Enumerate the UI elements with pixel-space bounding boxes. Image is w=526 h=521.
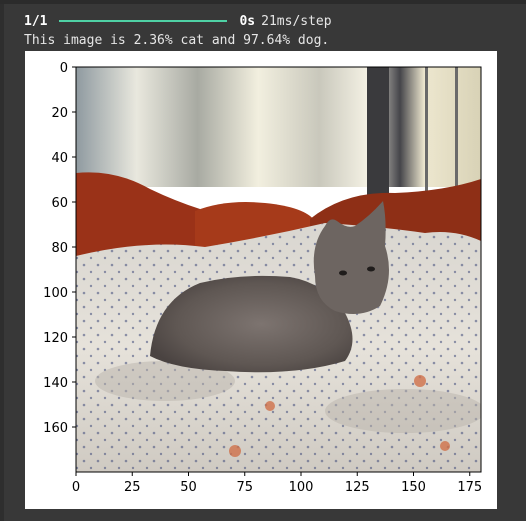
x-tick-label: 100 [289,480,314,495]
y-tick-label: 0 [60,61,68,76]
y-tick-label: 60 [51,196,68,211]
x-tick-label: 75 [236,480,253,495]
y-tick-label: 20 [51,106,68,121]
x-tick-label: 175 [457,480,482,495]
progress-bar-fill [59,20,228,22]
y-tick-label: 140 [43,376,68,391]
x-axis: 0 25 50 75 100 125 150 175 [72,472,482,495]
x-tick-label: 50 [180,480,197,495]
y-tick-label: 160 [43,421,68,436]
y-tick-label: 100 [43,286,68,301]
elapsed-time: 0s [239,13,256,29]
notebook-output-cell: 1/1 0s 21ms/step This image is 2.36% cat… [0,0,526,521]
x-tick-label: 150 [401,480,426,495]
x-tick-label: 0 [72,480,80,495]
y-axis: 0 20 40 60 80 100 120 140 160 [43,61,76,436]
displayed-photo [76,67,481,472]
image-plot: 0 25 50 75 100 125 150 175 0 20 40 60 80 100 120 140 16… [43,61,482,495]
step-rate: 21ms/step [261,13,332,29]
prediction-result-text: This image is 2.36% cat and 97.64% dog. [24,33,330,48]
progress-line: 1/1 0s 21ms/step [24,12,332,30]
y-tick-label: 40 [51,151,68,166]
y-tick-label: 120 [43,331,68,346]
cell-gutter [0,4,4,521]
y-tick-label: 80 [51,241,68,256]
progress-bar [59,20,228,22]
x-tick-label: 125 [345,480,370,495]
matplotlib-figure: 0 25 50 75 100 125 150 175 0 20 40 60 80 100 120 140 16… [25,51,497,509]
step-count: 1/1 [24,13,48,29]
cell-top-edge [0,0,526,4]
x-tick-label: 25 [124,480,141,495]
